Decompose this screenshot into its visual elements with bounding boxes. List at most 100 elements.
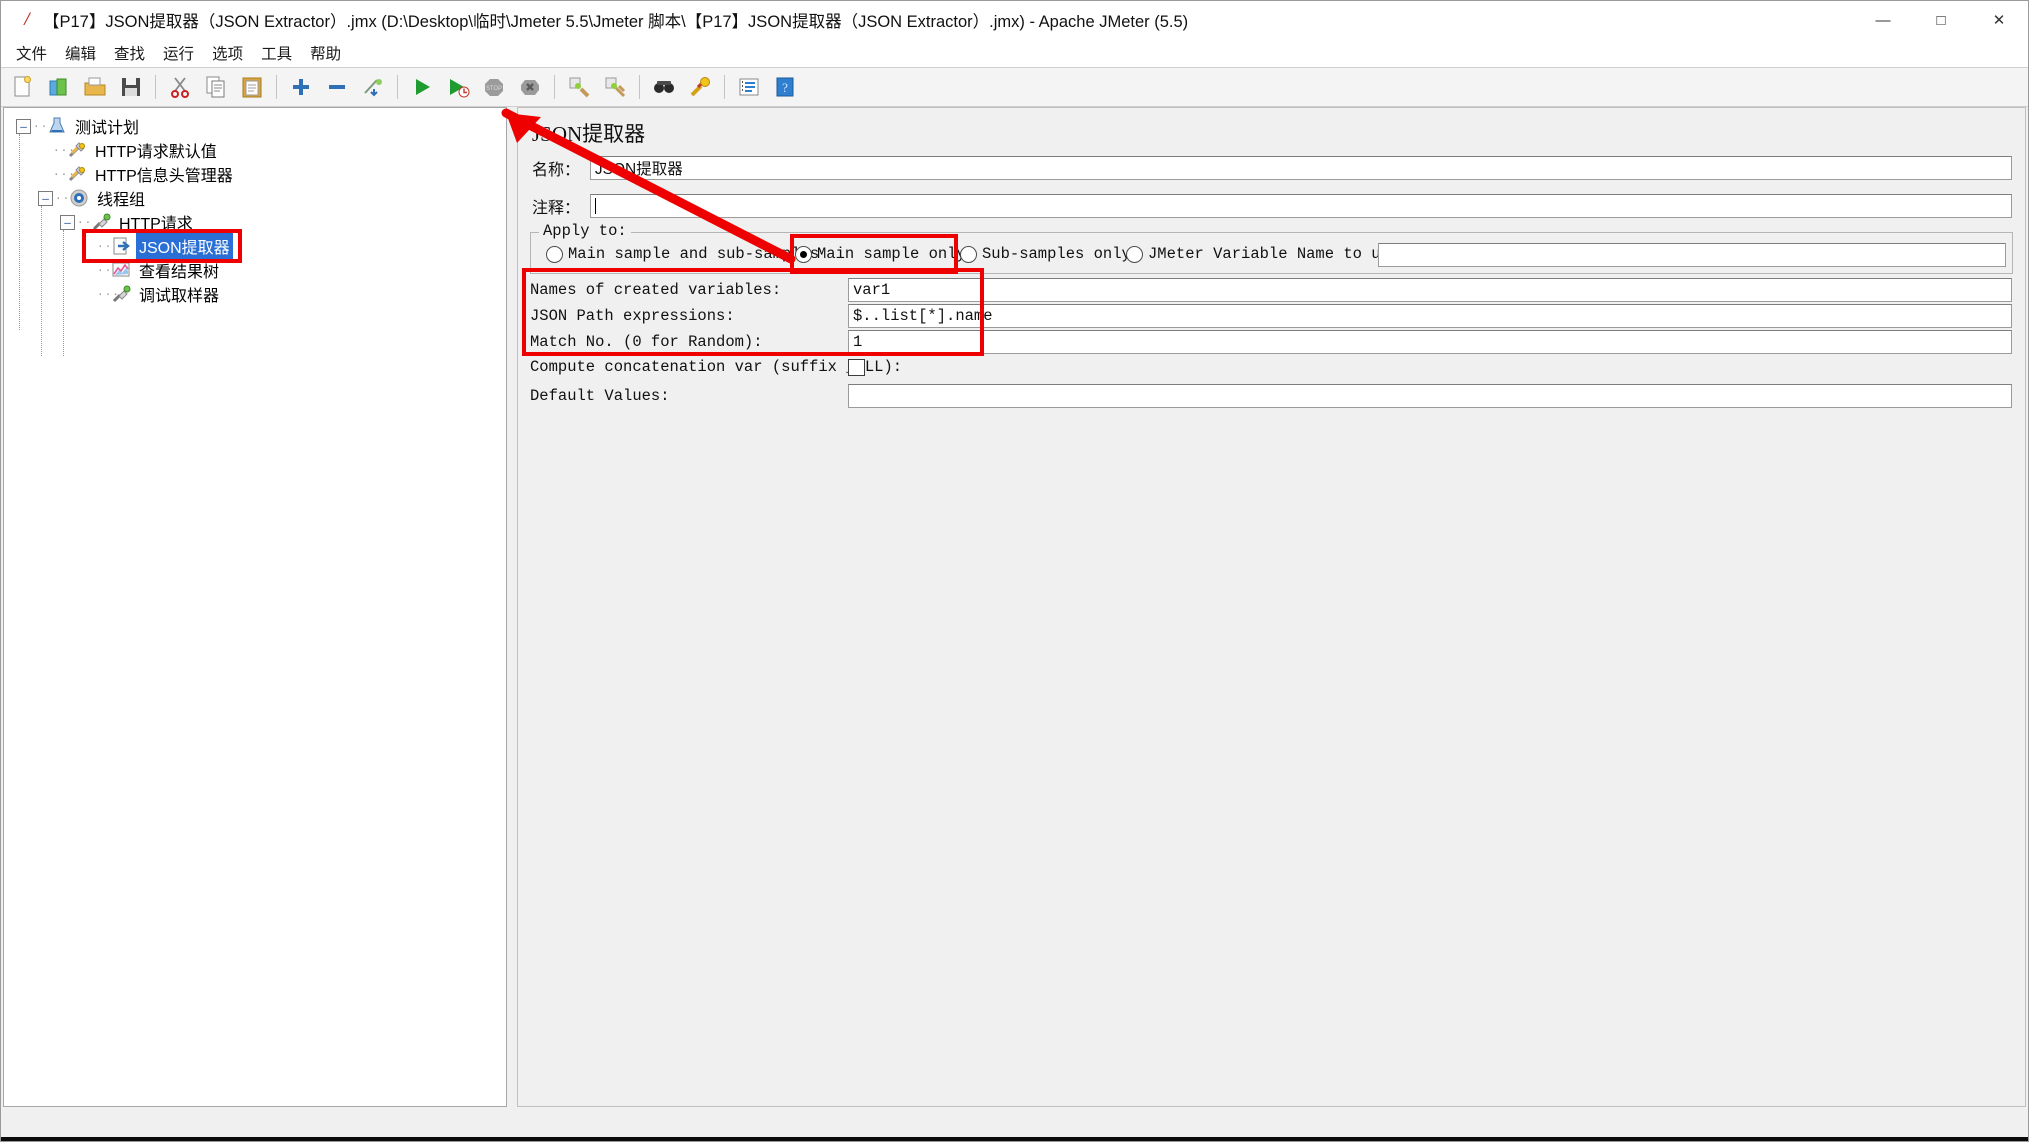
tree-connector: ··· [97, 263, 120, 277]
reset-search-icon[interactable] [685, 72, 715, 102]
tree-guide-line [19, 134, 20, 330]
tree-node-label: 线程组 [97, 192, 146, 209]
radio-button-circle [1126, 245, 1143, 263]
shutdown-icon[interactable] [515, 72, 545, 102]
comment-input[interactable] [589, 194, 2012, 218]
tree-node-label: HTTP信息头管理器 [95, 168, 233, 185]
menu-search[interactable]: 查找 [105, 39, 154, 67]
tree-node-http-request[interactable]: – ·· HTTP请求 [8, 210, 506, 234]
toolbar-separator [276, 75, 277, 99]
minimize-button[interactable]: — [1854, 1, 1912, 39]
menu-run[interactable]: 运行 [154, 39, 203, 67]
expand-all-icon[interactable] [286, 72, 316, 102]
svg-text:STOP: STOP [486, 86, 502, 92]
tree-node-label: 查看结果树 [139, 264, 220, 281]
title-bar: / 【P17】JSON提取器（JSON Extractor）.jmx (D:\D… [1, 1, 2028, 39]
clear-icon[interactable] [564, 72, 594, 102]
tree-connector: ·· [55, 191, 71, 205]
radio-main-and-sub[interactable]: Main sample and sub-samples [546, 245, 819, 263]
thread-group-icon [69, 188, 91, 208]
radio-sub-only[interactable]: Sub-samples only [960, 245, 1131, 263]
close-button[interactable]: ✕ [1970, 1, 2028, 39]
row-json-path: JSON Path expressions: $..list[*].name [530, 304, 2012, 328]
radio-jmeter-var[interactable]: JMeter Variable Name to use [1126, 245, 1399, 263]
tree-node-thread-group[interactable]: – ·· 线程组 [8, 186, 506, 210]
row-default-values: Default Values: [530, 384, 2012, 408]
name-input[interactable]: JSON提取器 [589, 156, 2012, 180]
menu-help[interactable]: 帮助 [301, 39, 350, 67]
tree-guide-line [63, 230, 64, 356]
new-icon[interactable] [8, 72, 38, 102]
tree-connector: ·· [33, 119, 49, 133]
tree-node-label: 调试取样器 [139, 288, 220, 305]
stop-icon[interactable]: STOP [479, 72, 509, 102]
menu-bar: 文件 编辑 查找 运行 选项 工具 帮助 [1, 39, 2028, 67]
desktop-taskbar-strip [1, 1137, 2028, 1141]
radio-button-circle [546, 245, 563, 263]
copy-icon[interactable] [201, 72, 231, 102]
tree-connector: ·· [77, 215, 93, 229]
listener-icon [111, 260, 133, 280]
tree-node-debug-sampler[interactable]: ··· 调试取样器 [8, 282, 506, 306]
function-helper-icon[interactable] [734, 72, 764, 102]
tree-node-view-results[interactable]: ··· 查看结果树 [8, 258, 506, 282]
radio-selected-dot [800, 250, 807, 258]
default-values-label: Default Values: [530, 387, 670, 405]
row-compute-concatenation: Compute concatenation var (suffix _ALL): [530, 358, 903, 376]
variable-names-label: Names of created variables: [530, 281, 782, 299]
compute-concatenation-label: Compute concatenation var (suffix _ALL): [530, 358, 903, 376]
variable-names-input[interactable]: var1 [848, 278, 2012, 302]
compute-concatenation-checkbox[interactable] [848, 358, 865, 376]
sampler-icon [91, 212, 113, 232]
menu-tools[interactable]: 工具 [252, 39, 301, 67]
tree-node-test-plan[interactable]: – ·· 测试计划 [8, 114, 506, 138]
tree-connector: ··· [53, 143, 76, 157]
match-no-input[interactable]: 1 [848, 330, 2012, 354]
menu-edit[interactable]: 编辑 [56, 39, 105, 67]
tree-node-label: 测试计划 [75, 120, 140, 137]
search-icon[interactable] [649, 72, 679, 102]
tree-node-http-defaults[interactable]: ··· HTTP请求默认值 [8, 138, 506, 162]
save-icon[interactable] [116, 72, 146, 102]
help-icon[interactable]: ? [770, 72, 800, 102]
tree-node-label: JSON提取器 [136, 233, 233, 259]
tree-node-label: HTTP请求 [119, 216, 193, 233]
tree-collapse-toggle[interactable]: – [16, 118, 31, 134]
pane-splitter[interactable] [509, 107, 517, 1107]
open-icon[interactable] [80, 72, 110, 102]
cut-icon[interactable] [165, 72, 195, 102]
name-label: 名称： [532, 162, 581, 179]
radio-main-and-sub-label: Main sample and sub-samples [568, 245, 820, 263]
tree-node-http-header-mgr[interactable]: ··· HTTP信息头管理器 [8, 162, 506, 186]
menu-file[interactable]: 文件 [7, 39, 56, 67]
radio-main-only[interactable]: Main sample only [795, 245, 966, 263]
window-title: 【P17】JSON提取器（JSON Extractor）.jmx (D:\Des… [43, 13, 1189, 31]
start-icon[interactable] [407, 72, 437, 102]
test-plan-tree-pane[interactable]: – ·· 测试计划 ··· HTTP请求默认值 ··· HTTP信息头管理器 – ·· 线程组 – ·… [3, 107, 507, 1107]
clear-all-icon[interactable] [600, 72, 630, 102]
test-plan-icon [47, 116, 69, 136]
toggle-icon[interactable] [358, 72, 388, 102]
maximize-button[interactable]: □ [1912, 1, 1970, 39]
text-caret [594, 198, 596, 214]
start-no-timers-icon[interactable] [443, 72, 473, 102]
tree-collapse-toggle[interactable]: – [60, 214, 75, 230]
test-plan-tree: – ·· 测试计划 ··· HTTP请求默认值 ··· HTTP信息头管理器 – ·· 线程组 – ·… [4, 108, 506, 356]
tree-collapse-toggle[interactable]: – [38, 190, 53, 206]
paste-icon[interactable] [237, 72, 267, 102]
collapse-all-icon[interactable] [322, 72, 352, 102]
window-controls: — □ ✕ [1854, 1, 2028, 39]
post-processor-icon [111, 236, 133, 256]
jmeter-feather-icon: / [24, 9, 30, 30]
tree-node-json-extractor[interactable]: ··· JSON提取器 [8, 233, 506, 259]
tree-guide-line [41, 206, 42, 356]
templates-icon[interactable] [44, 72, 74, 102]
tree-connector: ··· [97, 239, 120, 253]
json-path-input[interactable]: $..list[*].name [848, 304, 2012, 328]
menu-options[interactable]: 选项 [203, 39, 252, 67]
radio-button-circle [795, 245, 812, 263]
jmeter-variable-input[interactable] [1378, 243, 2006, 267]
jmeter-window: / 【P17】JSON提取器（JSON Extractor）.jmx (D:\D… [0, 0, 2029, 1142]
comment-row: 注释： [532, 194, 2012, 218]
default-values-input[interactable] [848, 384, 2012, 408]
